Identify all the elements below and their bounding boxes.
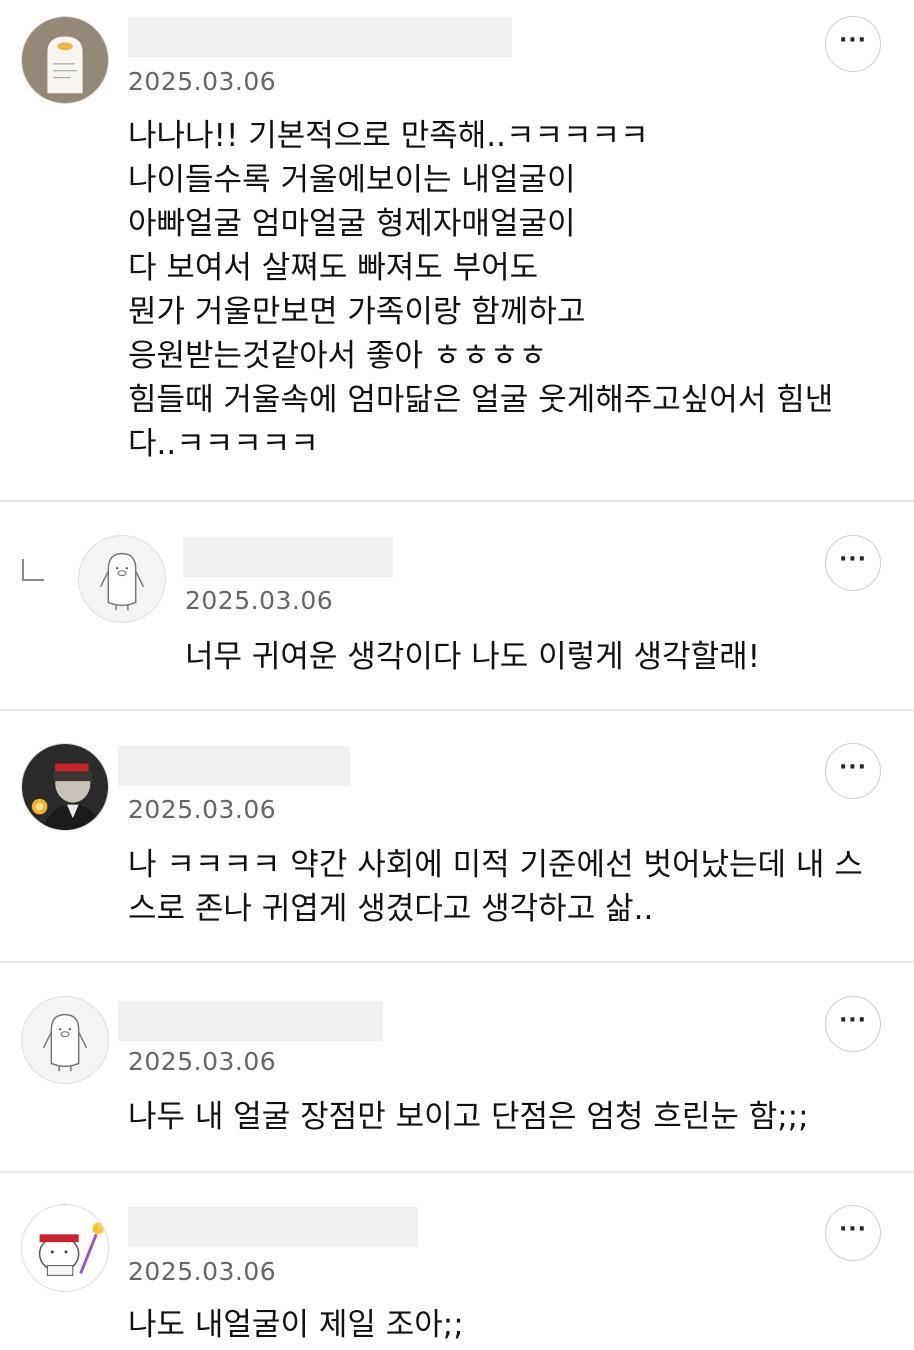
more-options-button[interactable]: ··· — [825, 16, 881, 72]
comment-date: 2025.03.06 — [128, 1257, 277, 1286]
more-options-button[interactable]: ··· — [825, 996, 881, 1052]
comment-text: 나나나!! 기본적으로 만족해..ㅋㅋㅋㅋㅋ 나이들수록 거울에보이는 내얼굴이… — [128, 118, 834, 462]
reply-item: 2025.03.06 ··· 너무 귀여운 생각이다 나도 이렇게 생각할래! — [0, 502, 914, 709]
more-options-button[interactable]: ··· — [825, 743, 881, 799]
username-redacted[interactable] — [183, 537, 393, 577]
more-icon: ··· — [838, 547, 868, 572]
more-icon: ··· — [838, 28, 868, 53]
cartoon-rabbit-avatar[interactable] — [21, 1204, 109, 1292]
comment-item: 2025.03.06 ··· 나 ㅋㅋㅋㅋ 약간 사회에 미적 기준에선 벗어났… — [0, 711, 914, 961]
username-redacted[interactable] — [118, 1001, 383, 1041]
dark-portrait-avatar[interactable] — [21, 743, 109, 831]
comment-date: 2025.03.06 — [185, 586, 334, 615]
more-options-button[interactable]: ··· — [825, 535, 881, 591]
comment-date: 2025.03.06 — [128, 1047, 277, 1076]
comment-text: 너무 귀여운 생각이다 나도 이렇게 생각할래! — [185, 639, 761, 675]
more-icon: ··· — [838, 1217, 868, 1242]
reply-arrow-icon — [22, 559, 44, 581]
comment-item: 2025.03.06 ··· 나두 내 얼굴 장점만 보이고 단점은 엄청 흐린… — [0, 963, 914, 1171]
comment-text: 나 ㅋㅋㅋㅋ 약간 사회에 미적 기준에선 벗어났는데 내 스 스로 존나 귀엽… — [128, 847, 863, 927]
comment-text: 나도 내얼굴이 제일 조아;; — [128, 1307, 464, 1343]
more-icon: ··· — [838, 1008, 868, 1033]
username-redacted[interactable] — [118, 746, 350, 786]
comment-item: 2025.03.06 ··· 나나나!! 기본적으로 만족해..ㅋㅋㅋㅋㅋ 나이… — [0, 0, 914, 500]
username-redacted[interactable] — [128, 1207, 418, 1247]
comment-item: 2025.03.06 ··· 나도 내얼굴이 제일 조아;; — [0, 1173, 914, 1350]
comment-date: 2025.03.06 — [128, 795, 277, 824]
more-options-button[interactable]: ··· — [825, 1205, 881, 1261]
comment-date: 2025.03.06 — [128, 67, 277, 96]
more-icon: ··· — [838, 755, 868, 780]
default-penguin-avatar[interactable] — [21, 996, 109, 1084]
comment-text: 나두 내 얼굴 장점만 보이고 단점은 엄청 흐린눈 함;;; — [128, 1099, 809, 1135]
note-card-avatar[interactable] — [21, 16, 109, 104]
default-penguin-avatar[interactable] — [78, 535, 166, 623]
username-redacted[interactable] — [128, 17, 512, 57]
comment-feed: 2025.03.06 ··· 나나나!! 기본적으로 만족해..ㅋㅋㅋㅋㅋ 나이… — [0, 0, 914, 1350]
